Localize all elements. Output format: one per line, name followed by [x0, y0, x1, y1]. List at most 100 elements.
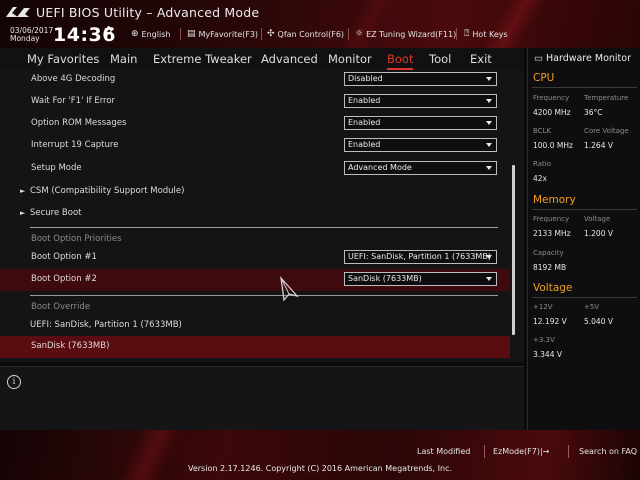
cpu-section-heading: CPU — [533, 72, 555, 84]
submenu-csm[interactable]: ► CSM (Compatibility Support Module) — [0, 181, 510, 203]
globe-icon: ⊕ — [131, 29, 139, 39]
main-tabs: My Favorites Main Extreme Tweaker Advanc… — [0, 48, 524, 70]
setting-label: Setup Mode — [31, 163, 82, 173]
tab-advanced[interactable]: Advanced — [261, 52, 318, 66]
boot-override-label: SanDisk (7633MB) — [31, 341, 110, 351]
boot-override-item-sandisk[interactable]: SanDisk (7633MB) — [0, 336, 510, 358]
chevron-right-icon: ► — [20, 209, 26, 217]
setting-label: Option ROM Messages — [31, 118, 127, 128]
setting-row-interrupt-19-capture[interactable]: Interrupt 19 Capture Enabled — [0, 135, 510, 157]
divider — [532, 297, 637, 298]
tab-exit[interactable]: Exit — [470, 52, 492, 66]
submenu-label: Secure Boot — [30, 208, 82, 218]
memory-section-heading: Memory — [533, 194, 576, 206]
setting-label: Boot Option #1 — [31, 252, 97, 262]
chevron-down-icon — [486, 166, 492, 170]
ez-tuning-wizard-button[interactable]: ☼ EZ Tuning Wizard(F11) — [355, 29, 456, 39]
hardware-monitor-label: Hardware Monitor — [545, 53, 631, 64]
setting-label: Wait For 'F1' If Error — [31, 96, 116, 106]
fan-icon: ✣ — [267, 29, 275, 39]
qfan-label: Qfan Control(F6) — [277, 29, 345, 39]
chevron-right-icon: ► — [20, 187, 26, 195]
cpu-temperature-label: Temperature — [584, 94, 629, 102]
setting-row-setup-mode[interactable]: Setup Mode Advanced Mode — [0, 158, 510, 180]
hotkeys-icon: ⍰ — [464, 29, 470, 39]
voltage-section-heading: Voltage — [533, 282, 573, 294]
boot-option-1-dropdown[interactable]: UEFI: SanDisk, Partition 1 (7633MB) — [344, 250, 497, 264]
setup-mode-dropdown[interactable]: Advanced Mode — [344, 161, 497, 175]
divider — [30, 295, 498, 296]
voltage-12v-label: +12V — [533, 303, 553, 311]
cpu-bclk-value: 100.0 MHz — [533, 141, 573, 150]
boot-option-2-row[interactable]: Boot Option #2 SanDisk (7633MB) — [0, 269, 510, 291]
cpu-ratio-label: Ratio — [533, 160, 551, 168]
dropdown-value: UEFI: SanDisk, Partition 1 (7633MB) — [348, 252, 491, 261]
ezmode-button[interactable]: EzMode(F7)|→ — [493, 447, 549, 456]
dropdown-value: SanDisk (7633MB) — [348, 274, 422, 283]
dropdown-value: Enabled — [348, 140, 381, 149]
monitor-icon: ▭ — [534, 53, 543, 64]
dropdown-value: Enabled — [348, 118, 381, 127]
memory-capacity-label: Capacity — [533, 249, 564, 257]
wait-f1-dropdown[interactable]: Enabled — [344, 94, 497, 108]
boot-settings-panel: Above 4G Decoding Disabled Wait For 'F1'… — [0, 70, 524, 362]
boot-override-item-uefi-sandisk[interactable]: UEFI: SanDisk, Partition 1 (7633MB) — [0, 315, 510, 337]
dropdown-value: Disabled — [348, 74, 383, 83]
search-faq-button[interactable]: Search on FAQ — [579, 447, 637, 456]
scrollbar[interactable] — [512, 165, 515, 335]
cpu-core-voltage-value: 1.264 V — [584, 141, 613, 150]
cpu-core-voltage-label: Core Voltage — [584, 127, 629, 135]
setting-label: Above 4G Decoding — [31, 74, 116, 84]
cpu-temperature-value: 36°C — [584, 108, 603, 117]
tab-tool[interactable]: Tool — [429, 52, 451, 66]
interrupt-19-capture-dropdown[interactable]: Enabled — [344, 138, 497, 152]
divider — [532, 209, 637, 210]
language-button[interactable]: ⊕ English — [131, 29, 170, 39]
tab-monitor[interactable]: Monitor — [328, 52, 372, 66]
voltage-5v-value: 5.040 V — [584, 317, 613, 326]
chevron-down-icon — [486, 121, 492, 125]
setting-label: Interrupt 19 Capture — [31, 140, 119, 150]
tab-boot[interactable]: Boot — [387, 52, 414, 70]
hot-keys-button[interactable]: ⍰ Hot Keys — [464, 29, 508, 39]
help-info-area: i — [0, 366, 524, 430]
setting-row-option-rom-messages[interactable]: Option ROM Messages Enabled — [0, 113, 510, 135]
qfan-control-button[interactable]: ✣ Qfan Control(F6) — [267, 29, 344, 39]
language-label: English — [141, 29, 171, 39]
mouse-cursor-icon — [280, 276, 299, 302]
last-modified-button[interactable]: Last Modified — [417, 447, 470, 456]
voltage-5v-label: +5V — [584, 303, 600, 311]
tab-main[interactable]: Main — [110, 52, 137, 66]
footer-bar: Last Modified EzMode(F7)|→ Search on FAQ… — [0, 430, 640, 480]
version-text: Version 2.17.1246. Copyright (C) 2016 Am… — [187, 464, 453, 473]
clock-settings-icon[interactable]: ✿ — [104, 24, 113, 37]
hot-keys-label: Hot Keys — [472, 29, 508, 39]
dropdown-value: Advanced Mode — [348, 163, 412, 172]
memory-frequency-label: Frequency — [533, 215, 570, 223]
memory-capacity-value: 8192 MB — [533, 263, 567, 272]
voltage-3v3-label: +3.3V — [533, 336, 555, 344]
cpu-frequency-value: 4200 MHz — [533, 108, 571, 117]
memory-voltage-label: Voltage — [584, 215, 611, 223]
boot-override-label: UEFI: SanDisk, Partition 1 (7633MB) — [30, 320, 182, 330]
above-4g-decoding-dropdown[interactable]: Disabled — [344, 72, 497, 86]
setting-row-wait-f1[interactable]: Wait For 'F1' If Error Enabled — [0, 91, 510, 113]
info-icon: i — [7, 375, 21, 389]
boot-option-2-dropdown[interactable]: SanDisk (7633MB) — [344, 272, 497, 286]
divider — [532, 87, 637, 88]
chevron-down-icon — [486, 99, 492, 103]
submenu-secure-boot[interactable]: ► Secure Boot — [0, 203, 510, 225]
myfavorite-label: MyFavorite(F3) — [198, 29, 259, 39]
divider — [484, 445, 485, 458]
section-heading: Boot Override — [31, 302, 91, 312]
tab-extreme-tweaker[interactable]: Extreme Tweaker — [153, 52, 252, 66]
boot-option-1-row[interactable]: Boot Option #1 UEFI: SanDisk, Partition … — [0, 247, 510, 269]
tab-my-favorites[interactable]: My Favorites — [27, 52, 99, 66]
chevron-down-icon — [486, 143, 492, 147]
date-display: 03/06/2017 Monday — [10, 27, 53, 43]
setting-row-above-4g-decoding[interactable]: Above 4G Decoding Disabled — [0, 69, 510, 91]
cpu-frequency-label: Frequency — [533, 94, 570, 102]
option-rom-messages-dropdown[interactable]: Enabled — [344, 116, 497, 130]
app-title: UEFI BIOS Utility – Advanced Mode — [36, 5, 260, 20]
myfavorite-button[interactable]: ▤ MyFavorite(F3) — [187, 29, 258, 39]
